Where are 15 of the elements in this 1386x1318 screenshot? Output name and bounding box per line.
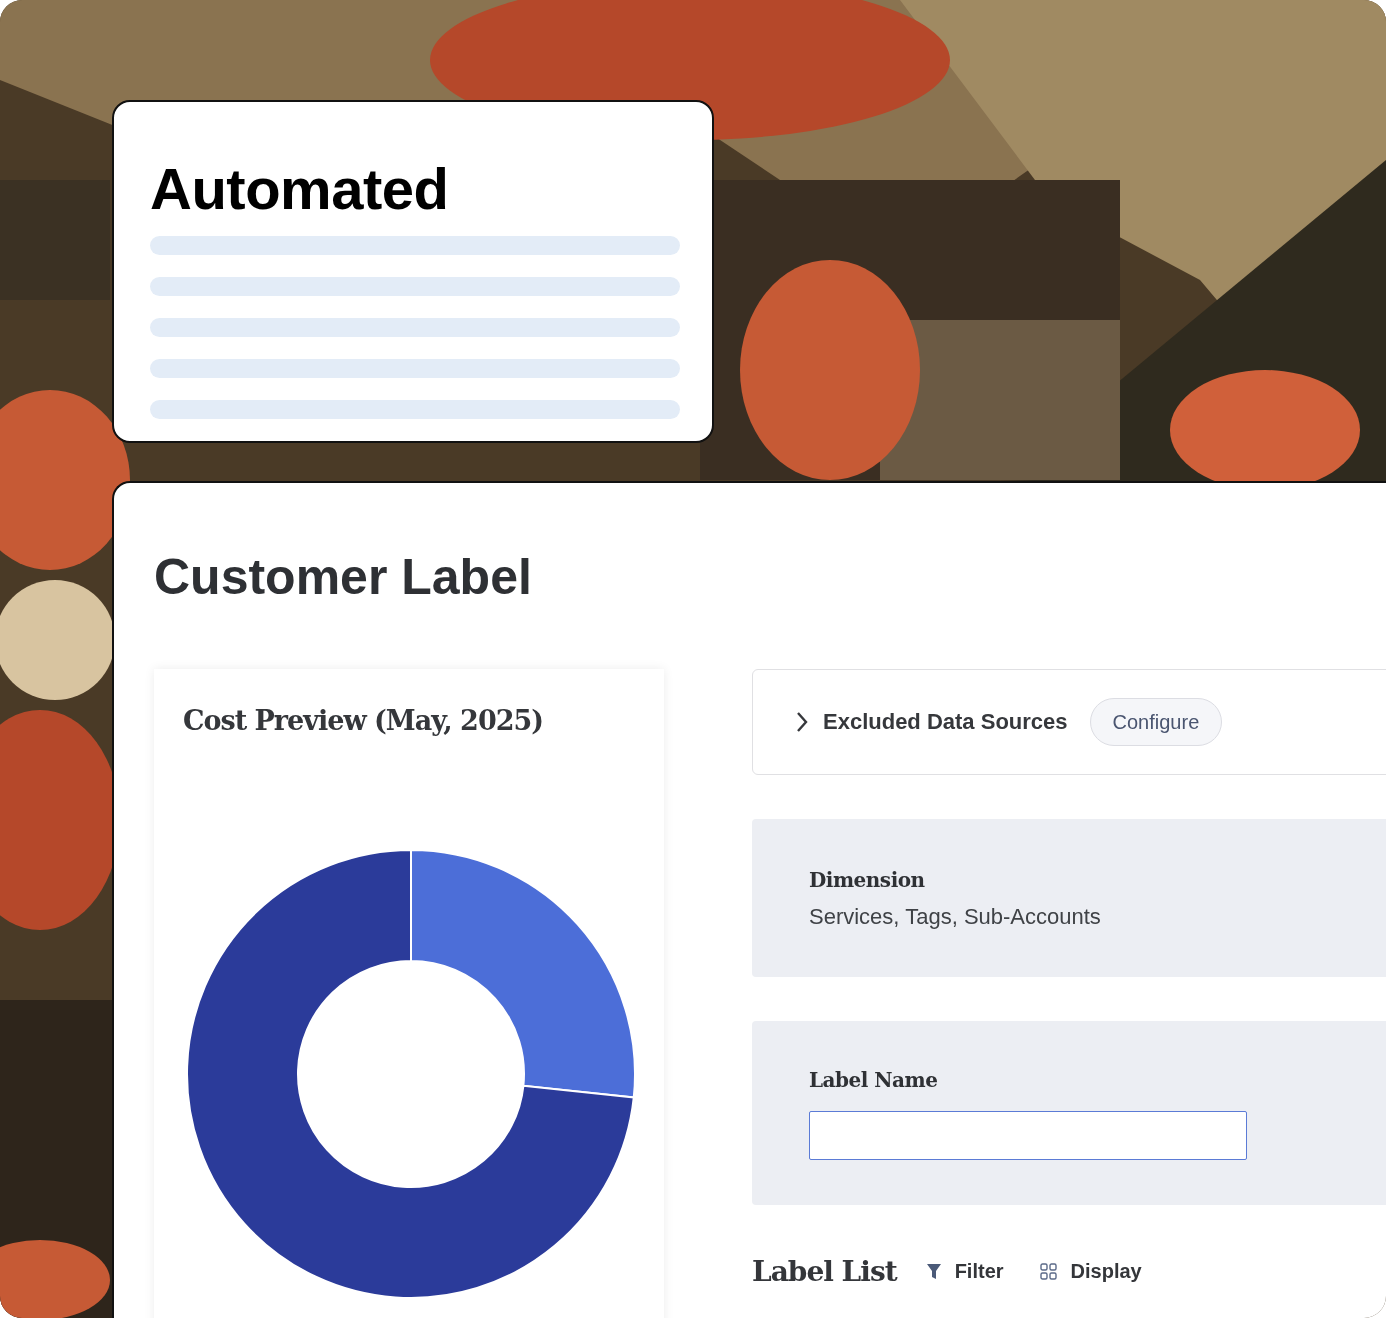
card-title: Cost Preview (May, 2025) [183, 704, 545, 738]
input-field[interactable] [809, 1111, 1247, 1160]
panel-title: Customer Label [154, 548, 533, 607]
filter-icon [926, 1263, 941, 1280]
filter-button[interactable]: Filter [926, 1260, 1004, 1283]
field-label: Dimension [809, 867, 926, 893]
configure-button[interactable]: Configure [1089, 698, 1223, 746]
chevron-icon[interactable] [795, 711, 809, 733]
card-title: Automated [150, 155, 450, 223]
section-label: Excluded Data Sources [823, 709, 1068, 735]
display-button[interactable]: Display [1039, 1260, 1142, 1283]
grid-icon [1039, 1263, 1057, 1280]
section-title: Label List [752, 1255, 897, 1288]
field-label: Label Name [809, 1067, 939, 1093]
dimension-value: Services, Tags, Sub-Accounts [809, 903, 1102, 931]
